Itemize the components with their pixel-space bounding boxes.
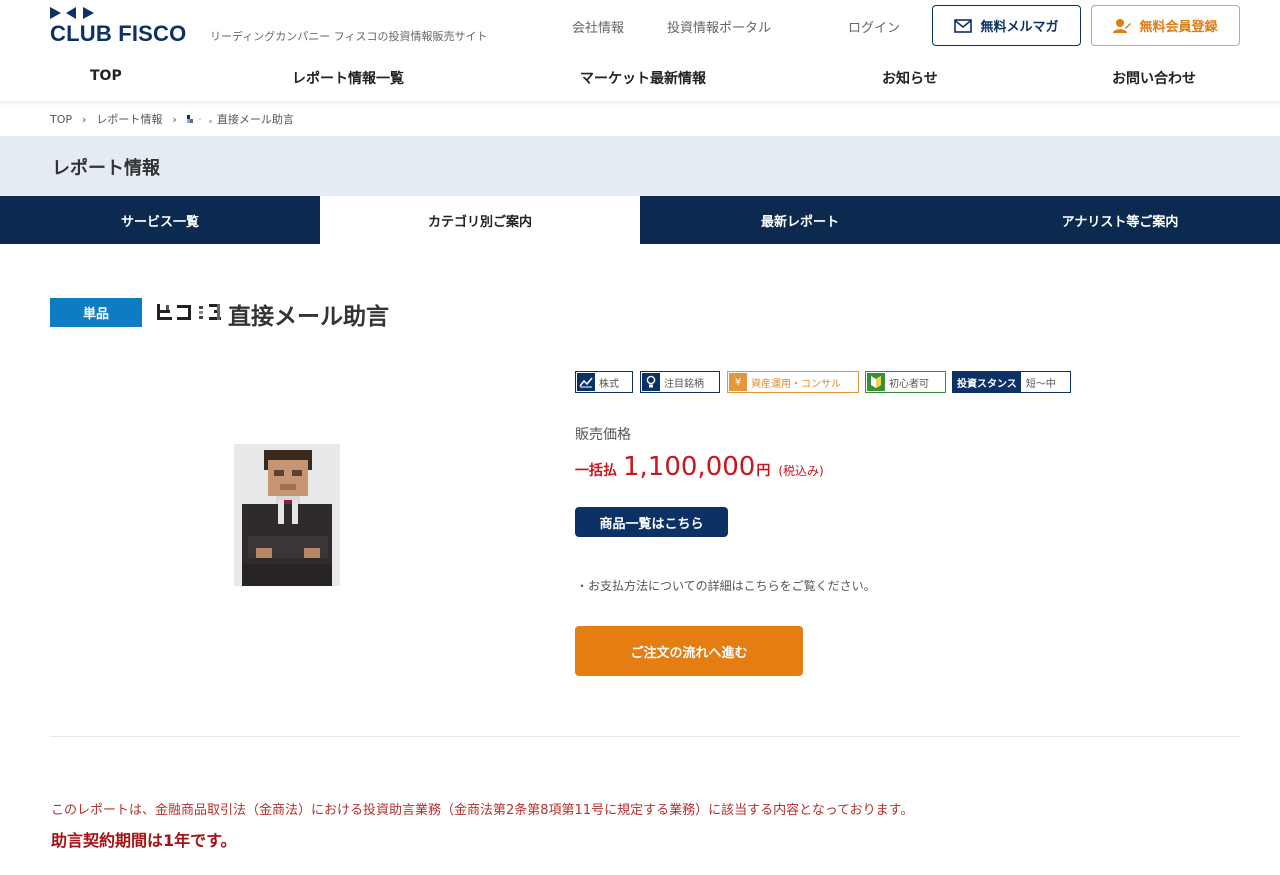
pixelated-portrait-image [234,444,340,586]
nav-news[interactable]: お知らせ [882,68,938,88]
free-newsletter-button[interactable]: 無料メルマガ [932,5,1081,46]
free-newsletter-label: 無料メルマガ [980,20,1059,35]
breadcrumb: TOP › レポート情報 › 直接メール助言 [50,111,294,127]
site-header: CLUB FISCO リーディングカンパニー フィスコの投資情報販売サイト 会社… [0,0,1280,101]
tab-analysts[interactable]: アナリスト等ご案内 [960,196,1280,244]
pixelated-name-image [186,115,212,123]
chevron-right-icon: › [172,112,177,126]
single-item-badge: 単品 [50,298,142,327]
login-link[interactable]: ログイン [848,17,900,36]
tag-beginner-ok: 初心者可 [865,371,946,393]
yen-icon: ¥ [729,373,747,391]
product-list-button[interactable]: 商品一覧はこちら [575,507,728,537]
tag-investment-stance: 投資スタンス 短〜中 [952,371,1071,393]
tab-service-list[interactable]: サービス一覧 [0,196,320,244]
nav-top[interactable]: TOP [90,68,122,84]
site-tagline: リーディングカンパニー フィスコの投資情報販売サイト [210,30,488,43]
logo-text: CLUB FISCO [50,21,187,46]
breadcrumb-current: 直接メール助言 [216,113,294,126]
chart-line-icon [577,373,595,391]
logo-arrows-icon [50,7,94,19]
nav-contact[interactable]: お問い合わせ [1112,68,1196,88]
pixelated-name-image [157,304,221,320]
price-unit: 円 [756,463,771,479]
breadcrumb-top[interactable]: TOP [50,113,72,126]
chevron-right-icon: › [82,112,87,126]
proceed-to-order-button[interactable]: ご注文の流れへ進む [575,626,803,676]
price-tax-note: (税込み) [778,464,824,478]
beginner-mark-icon [867,373,885,391]
section-header: レポート情報 [0,136,1280,196]
investment-stance-label: 投資スタンス [953,372,1021,392]
price-label: 販売価格 [575,427,631,443]
tag-stock: 株式 [575,371,633,393]
tag-asset-management-label: 資産運用・コンサル [751,378,841,390]
tab-latest-reports[interactable]: 最新レポート [640,196,960,244]
user-add-icon [1113,18,1132,33]
mail-icon [954,18,973,33]
contract-period-notice: 助言契約期間は1年です。 [51,831,237,850]
section-title: レポート情報 [52,158,160,179]
investment-portal-link[interactable]: 投資情報ポータル [667,17,771,36]
nav-market-news[interactable]: マーケット最新情報 [580,68,706,88]
investment-stance-value: 短〜中 [1025,378,1056,390]
tab-by-category[interactable]: カテゴリ別ご案内 [320,196,640,244]
product-title: 直接メール助言 [228,304,389,330]
tag-stock-label: 株式 [599,378,619,390]
tag-featured-stocks: 注目銘柄 [640,371,720,393]
price-payment-method: 一括払 [575,463,617,479]
free-member-register-label: 無料会員登録 [1139,20,1218,35]
divider [50,736,1240,737]
tag-featured-stocks-label: 注目銘柄 [664,378,704,390]
tag-beginner-ok-label: 初心者可 [889,378,929,390]
legal-notice: このレポートは、金融商品取引法（金商法）における投資助言業務（金商法第2条第8項… [51,803,914,818]
nav-report-list[interactable]: レポート情報一覧 [292,68,404,88]
price-amount: 1,100,000 [623,452,756,482]
price: 一括払 1,100,000 円 (税込み) [575,452,824,484]
lightbulb-icon [642,373,660,391]
payment-method-link[interactable]: ・お支払方法についての詳細はこちらをご覧ください。 [576,577,876,594]
breadcrumb-reports[interactable]: レポート情報 [96,111,162,127]
company-info-link[interactable]: 会社情報 [572,17,624,36]
club-fisco-logo[interactable]: CLUB FISCO [50,6,196,46]
tag-asset-management: ¥ 資産運用・コンサル [727,371,859,393]
free-member-register-button[interactable]: 無料会員登録 [1091,5,1240,46]
category-tabs: サービス一覧 カテゴリ別ご案内 最新レポート アナリスト等ご案内 [0,196,1280,244]
analyst-photo [234,444,340,586]
